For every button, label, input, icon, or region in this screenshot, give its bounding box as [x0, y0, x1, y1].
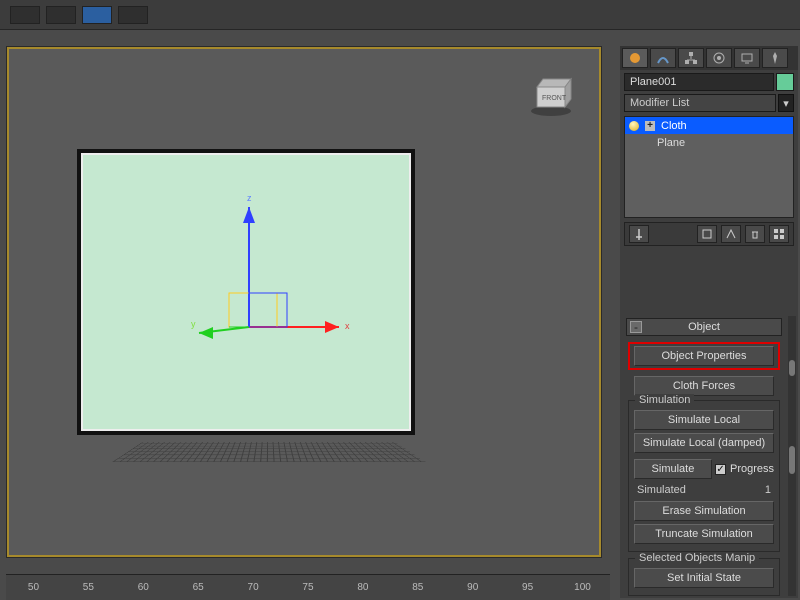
- hierarchy-tab-icon[interactable]: [678, 48, 704, 68]
- collapse-icon[interactable]: -: [630, 321, 642, 333]
- display-tab-icon[interactable]: [734, 48, 760, 68]
- scrollbar-thumb[interactable]: [789, 446, 795, 474]
- top-toolbar: [0, 0, 800, 30]
- show-end-result-icon[interactable]: [697, 225, 717, 243]
- tick: 85: [390, 582, 445, 593]
- annotation-highlight: Object Properties: [628, 342, 780, 370]
- view-cube[interactable]: FRONT: [527, 71, 575, 119]
- checkbox-icon: ✓: [715, 464, 726, 475]
- rollout-scrollbar[interactable]: [788, 316, 796, 596]
- rollout-header-object[interactable]: - Object: [626, 318, 782, 336]
- toolbar-slot[interactable]: [118, 6, 148, 24]
- toolbar-slot[interactable]: [10, 6, 40, 24]
- simulate-button[interactable]: Simulate: [634, 459, 712, 479]
- tick: 65: [171, 582, 226, 593]
- simulate-local-damped-button[interactable]: Simulate Local (damped): [634, 433, 774, 453]
- set-initial-state-button[interactable]: Set Initial State: [634, 568, 774, 588]
- ground-grid: [112, 442, 426, 462]
- tick: 75: [281, 582, 336, 593]
- modifier-label: Plane: [657, 137, 685, 149]
- pin-stack-icon[interactable]: [629, 225, 649, 243]
- remove-modifier-icon[interactable]: [745, 225, 765, 243]
- view-cube-label: FRONT: [542, 95, 567, 102]
- tick: 55: [61, 582, 116, 593]
- erase-simulation-button[interactable]: Erase Simulation: [634, 501, 774, 521]
- axis-y-label: y: [191, 319, 196, 329]
- object-color-swatch[interactable]: [776, 73, 794, 91]
- tick: 60: [116, 582, 171, 593]
- tick: 95: [500, 582, 555, 593]
- object-properties-button[interactable]: Object Properties: [634, 346, 774, 366]
- simulated-value: 1: [765, 484, 771, 496]
- expand-icon[interactable]: +: [645, 121, 655, 131]
- cloth-forces-button[interactable]: Cloth Forces: [634, 376, 774, 396]
- tick: 100: [555, 582, 610, 593]
- create-tab-icon[interactable]: [622, 48, 648, 68]
- tick: 50: [6, 582, 61, 593]
- command-panel: Plane001 Modifier List ▾ + Cloth Plane: [620, 46, 798, 598]
- viewport[interactable]: x y z FRONT: [6, 46, 602, 558]
- truncate-simulation-button[interactable]: Truncate Simulation: [634, 524, 774, 544]
- checkbox-label: Progress: [730, 463, 774, 475]
- toolbar-slot[interactable]: [46, 6, 76, 24]
- selected-objects-manip-group: Selected Objects Manip Set Initial State: [628, 558, 780, 596]
- axis-x-label: x: [345, 321, 350, 331]
- object-name-field[interactable]: Plane001: [624, 73, 774, 91]
- modifier-stack-toolbar: [624, 222, 794, 246]
- tick: 70: [226, 582, 281, 593]
- motion-tab-icon[interactable]: [706, 48, 732, 68]
- timeline-ruler[interactable]: 50 55 60 65 70 75 80 85 90 95 100: [6, 574, 610, 600]
- make-unique-icon[interactable]: [721, 225, 741, 243]
- scrollbar-thumb[interactable]: [789, 360, 795, 376]
- transform-gizmo[interactable]: x y z: [189, 197, 349, 357]
- utilities-tab-icon[interactable]: [762, 48, 788, 68]
- simulation-group: Simulation Simulate Local Simulate Local…: [628, 400, 780, 552]
- command-panel-tabs: [620, 46, 798, 70]
- toolbar-slot[interactable]: [82, 6, 112, 24]
- tick: 90: [445, 582, 500, 593]
- group-title: Simulation: [635, 394, 694, 406]
- modifier-list-dropdown[interactable]: Modifier List: [624, 94, 776, 112]
- modifier-label: Cloth: [661, 120, 687, 132]
- simulate-local-button[interactable]: Simulate Local: [634, 410, 774, 430]
- lightbulb-icon[interactable]: [629, 121, 639, 131]
- modify-tab-icon[interactable]: [650, 48, 676, 68]
- simulated-label: Simulated: [637, 484, 686, 496]
- progress-checkbox[interactable]: ✓ Progress: [715, 463, 774, 475]
- modifier-item-cloth[interactable]: + Cloth: [625, 117, 793, 134]
- modifier-list-arrow-icon[interactable]: ▾: [778, 94, 794, 112]
- configure-sets-icon[interactable]: [769, 225, 789, 243]
- rollout-title: Object: [688, 321, 720, 333]
- modifier-item-plane[interactable]: Plane: [625, 134, 793, 151]
- tick: 80: [335, 582, 390, 593]
- axis-z-label: z: [247, 193, 252, 203]
- modifier-stack[interactable]: + Cloth Plane: [624, 116, 794, 218]
- group-title: Selected Objects Manip: [635, 552, 759, 564]
